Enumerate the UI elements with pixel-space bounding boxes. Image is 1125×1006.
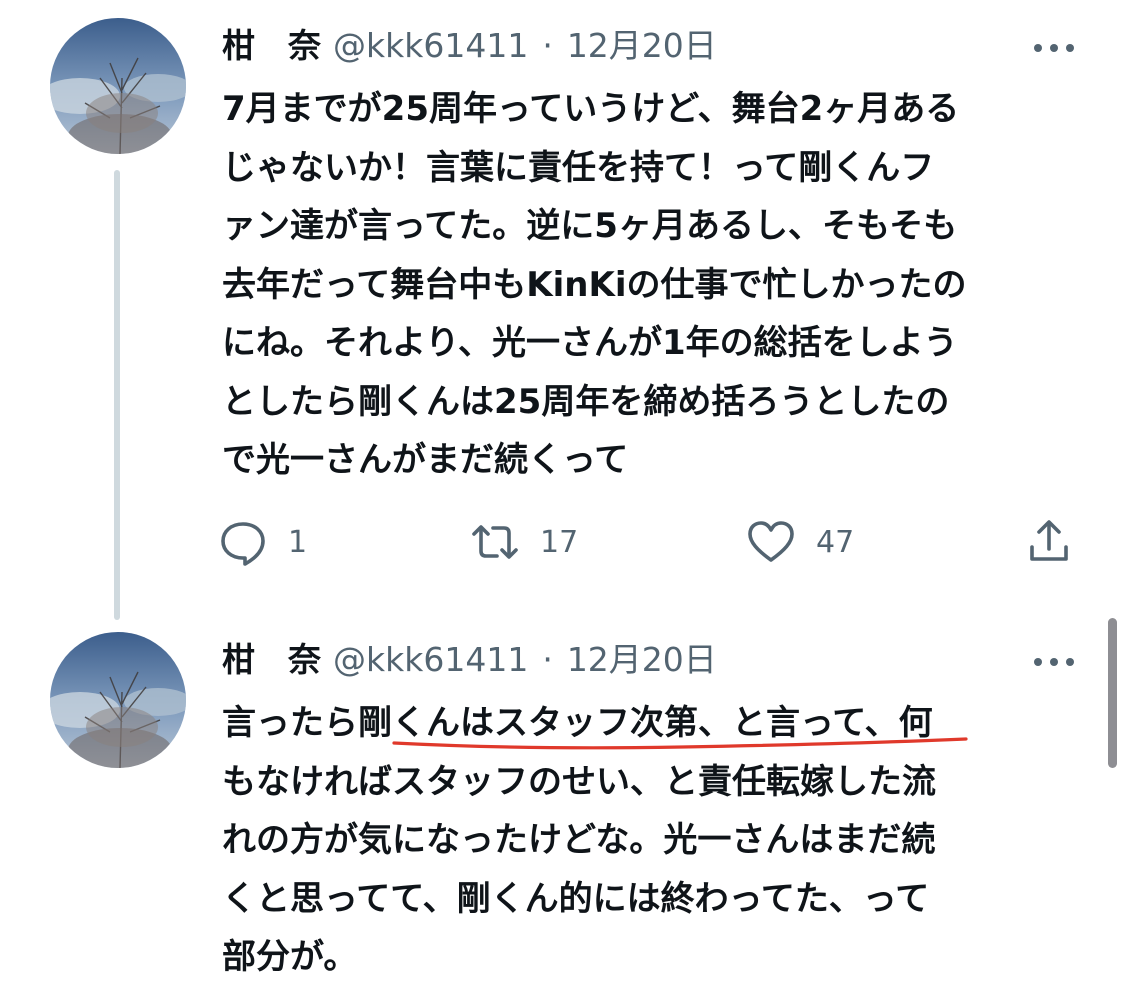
tweet-thread: 柑 奈 @kkk61411 · 12月20日 7月までが25周年っていうけど、舞… [0, 0, 1125, 1006]
handdrawn-underline-annotation [392, 737, 968, 750]
tweet-actions: 1 17 47 [218, 512, 1078, 572]
separator-dot: · [542, 26, 553, 65]
avatar-image [50, 18, 186, 154]
avatar[interactable] [50, 18, 186, 154]
tweet-text-line: れの方が気になったけどな。光一さんはまだ続 [222, 820, 936, 860]
more-horizontal-icon [1034, 44, 1042, 52]
more-options-button[interactable] [1030, 642, 1078, 682]
tweet-header: 柑 奈 @kkk61411 · 12月20日 [222, 18, 717, 74]
tweet-text-line: もなければスタッフのせい、と責任転嫁した流 [222, 761, 936, 802]
tweet-text-line: 去年だって舞台中もKinKiの仕事で忙しかったの [222, 264, 967, 305]
like-count: 47 [816, 524, 855, 560]
avatar-image [50, 632, 186, 768]
more-options-button[interactable] [1030, 28, 1078, 68]
tweet-text-line: くと思ってて、剛くん的には終わってた、って [222, 878, 930, 919]
user-handle[interactable]: @kkk61411 [333, 18, 528, 74]
retweet-icon [472, 525, 518, 559]
tweet-text-line: ァン達が言ってた。逆に5ヶ月あるし、そもそも [222, 206, 958, 246]
tweet-text-line: にね。それより、光一さんが1年の総括をしよう [222, 323, 958, 363]
tweet-text-line: で光一さんがまだ続くって [222, 440, 629, 480]
avatar[interactable] [50, 632, 186, 768]
tweet-text-line: 部分が。 [222, 937, 358, 977]
tweet-header: 柑 奈 @kkk61411 · 12月20日 [222, 632, 717, 688]
thread-connector-line [114, 170, 120, 620]
tweet-text-line: としたら剛くんは25周年を締め括ろうとしたの [222, 381, 950, 422]
more-dot [1066, 44, 1074, 52]
tweet-date[interactable]: 12月20日 [567, 18, 717, 74]
like-button[interactable]: 47 [746, 512, 854, 572]
more-dot [1050, 44, 1058, 52]
reply-button[interactable]: 1 [218, 512, 307, 572]
tweet-text: 7月までが25周年っていうけど、舞台2ヶ月ある じゃないか！言葉に責任を持て！っ… [222, 80, 1082, 490]
user-handle[interactable]: @kkk61411 [333, 632, 528, 688]
tweet-text-line: じゃないか！言葉に責任を持て！って剛くんフ [222, 147, 935, 188]
reply-count: 1 [288, 524, 308, 560]
display-name[interactable]: 柑 奈 [222, 632, 321, 688]
scrollbar[interactable] [1108, 618, 1117, 768]
more-dot [1066, 658, 1074, 666]
retweet-button[interactable]: 17 [470, 512, 578, 572]
heart-icon [748, 521, 794, 562]
tweet-text-line: 7月までが25周年っていうけど、舞台2ヶ月ある [222, 89, 960, 129]
share-button[interactable] [1024, 512, 1074, 572]
display-name[interactable]: 柑 奈 [222, 18, 321, 74]
more-dot [1050, 658, 1058, 666]
more-horizontal-icon [1034, 658, 1042, 666]
share-icon [1030, 520, 1068, 561]
retweet-count: 17 [540, 524, 579, 560]
reply-icon [221, 522, 265, 566]
tweet-date[interactable]: 12月20日 [567, 632, 717, 688]
separator-dot: · [542, 640, 553, 679]
